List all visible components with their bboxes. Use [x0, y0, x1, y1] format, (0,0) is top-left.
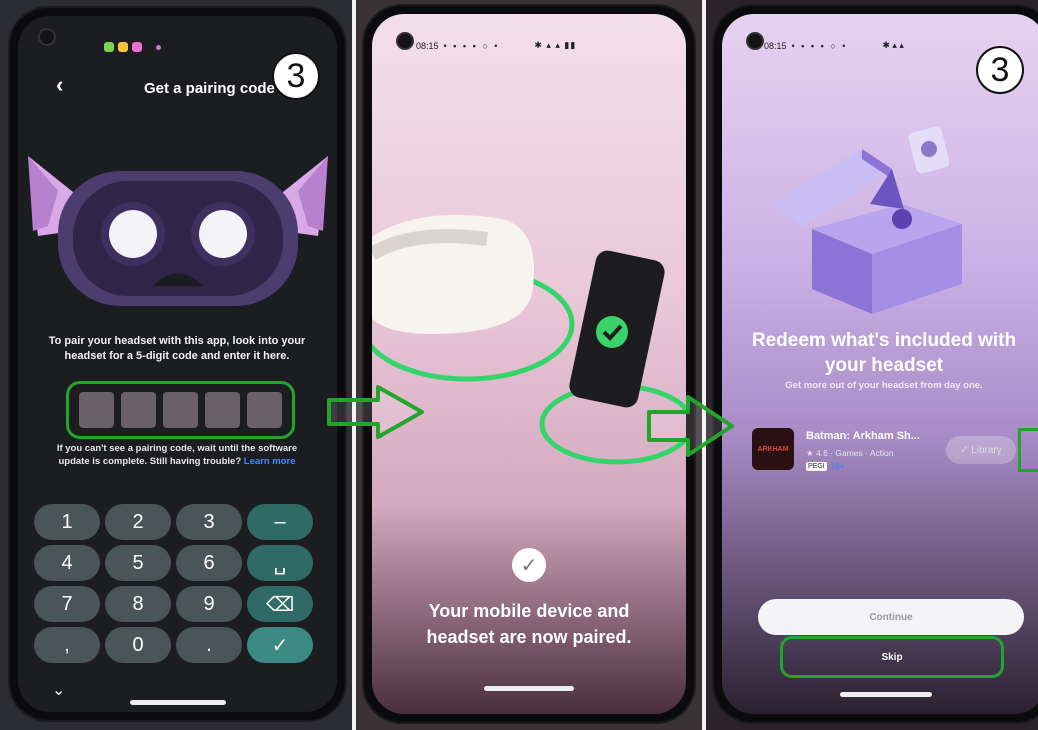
status-bar: 08:15 • ▪ ▪ ▪ ○ • ✱ ▴ ▴	[764, 40, 904, 51]
keypad-done-key[interactable]: ✓	[247, 627, 313, 663]
step-number-badge: 3	[976, 46, 1024, 94]
keypad-key[interactable]: 8	[105, 586, 171, 622]
code-digit-box[interactable]	[163, 392, 198, 428]
back-arrow-icon[interactable]: ‹	[56, 72, 63, 98]
status-time: 08:15	[416, 40, 439, 51]
code-digit-box[interactable]	[247, 392, 282, 428]
redeem-subtitle: Get more out of your headset from day on…	[785, 380, 983, 391]
panel-redeem: 08:15 • ▪ ▪ ▪ ○ • ✱ ▴ ▴ Redeem what's in…	[706, 0, 1038, 730]
paired-message: Your mobile device and headset are now p…	[426, 601, 632, 647]
keypad-action-key[interactable]: ⌫	[247, 586, 313, 622]
keypad-key[interactable]: 1	[34, 504, 100, 540]
home-indicator	[484, 686, 574, 691]
code-digit-box[interactable]	[121, 392, 156, 428]
game-meta: ★ 4.6 · Games · Action	[806, 448, 894, 458]
keypad-key[interactable]: 7	[34, 586, 100, 622]
numeric-keypad: 1 2 3– 4 5 6 ␣ 7 8 9 ⌫, 0. ✓	[34, 504, 313, 663]
phone-frame: ‹ Get a pairing code To pair your headse…	[10, 8, 345, 720]
phone-screen: 08:15 • ▪ ▪ ▪ ○ • ✱ ▴ ▴ Redeem what's in…	[722, 14, 1038, 714]
next-arrow-partial-icon	[1018, 428, 1038, 472]
library-button[interactable]: ✓ Library	[946, 436, 1016, 464]
status-bar: 08:15 • ▪ ▪ ▪ ○ • ✱ ▴ ▴ ▮▮	[416, 40, 576, 51]
redeem-title: Redeem what's included with your headset	[751, 330, 1017, 376]
keypad-key[interactable]: 2	[105, 504, 171, 540]
phone-screen: 08:15 • ▪ ▪ ▪ ○ • ✱ ▴ ▴ ▮▮ ✓ Your mobile…	[372, 14, 686, 714]
gift-box-illustration	[772, 126, 962, 314]
keypad-action-key[interactable]: ␣	[247, 545, 313, 581]
continue-button[interactable]: Continue	[758, 599, 1024, 635]
home-indicator	[130, 700, 226, 705]
pairing-instruction: To pair your headset with this app, look…	[48, 335, 306, 362]
code-digit-box[interactable]	[205, 392, 240, 428]
home-indicator	[840, 692, 932, 697]
page-title: Get a pairing code	[144, 80, 275, 97]
headset-illustration	[28, 156, 328, 306]
step-number-badge: 3	[272, 52, 320, 100]
learn-more-link[interactable]: Learn more	[244, 456, 296, 467]
panel-paired: 08:15 • ▪ ▪ ▪ ○ • ✱ ▴ ▴ ▮▮ ✓ Your mobile…	[356, 0, 702, 730]
skip-button[interactable]: Skip	[780, 636, 1004, 678]
arrow-right-icon	[327, 385, 424, 439]
status-bar-icons	[104, 42, 161, 52]
code-digit-box[interactable]	[79, 392, 114, 428]
check-circle-icon: ✓	[512, 548, 546, 582]
keypad-key[interactable]: 6	[176, 545, 242, 581]
status-time: 08:15	[764, 40, 787, 51]
front-camera-icon	[396, 32, 414, 50]
age-rating: PEGI 16+	[806, 462, 844, 471]
phone-frame: 08:15 • ▪ ▪ ▪ ○ • ✱ ▴ ▴ ▮▮ ✓ Your mobile…	[364, 6, 694, 722]
status-icons: • ▪ ▪ ▪ ○ •	[443, 40, 500, 51]
rating-box: PEGI	[806, 462, 827, 471]
keypad-key[interactable]: 4	[34, 545, 100, 581]
phone-frame: 08:15 • ▪ ▪ ▪ ○ • ✱ ▴ ▴ Redeem what's in…	[714, 6, 1038, 722]
tutorial-collage: ‹ Get a pairing code To pair your headse…	[0, 0, 1038, 730]
pairing-hint: If you can't see a pairing code, wait un…	[42, 442, 312, 468]
keypad-key[interactable]: 5	[105, 545, 171, 581]
signal-icon: ✱ ▴ ▴	[882, 40, 904, 50]
panel-pairing-code: ‹ Get a pairing code To pair your headse…	[0, 0, 352, 730]
keypad-key[interactable]: 0	[105, 627, 171, 663]
keypad-key[interactable]: ,	[34, 627, 100, 663]
keypad-key[interactable]: 9	[176, 586, 242, 622]
keypad-key[interactable]: 3	[176, 504, 242, 540]
game-title: Batman: Arkham Sh...	[806, 430, 920, 442]
rating-value: 16+	[830, 462, 845, 471]
phone-screen: ‹ Get a pairing code To pair your headse…	[18, 16, 337, 712]
chevron-down-icon[interactable]: ⌄	[52, 680, 65, 700]
signal-battery-icon: ✱ ▴ ▴ ▮▮	[534, 40, 577, 50]
code-input-group[interactable]	[66, 381, 295, 439]
arrow-right-icon	[647, 395, 734, 457]
keypad-action-key[interactable]: –	[247, 504, 313, 540]
keypad-key[interactable]: .	[176, 627, 242, 663]
front-camera-icon	[746, 32, 764, 50]
game-thumbnail: ARKHAM	[752, 428, 794, 470]
front-camera-icon	[38, 28, 56, 46]
status-icons: • ▪ ▪ ▪ ○ •	[791, 40, 848, 51]
